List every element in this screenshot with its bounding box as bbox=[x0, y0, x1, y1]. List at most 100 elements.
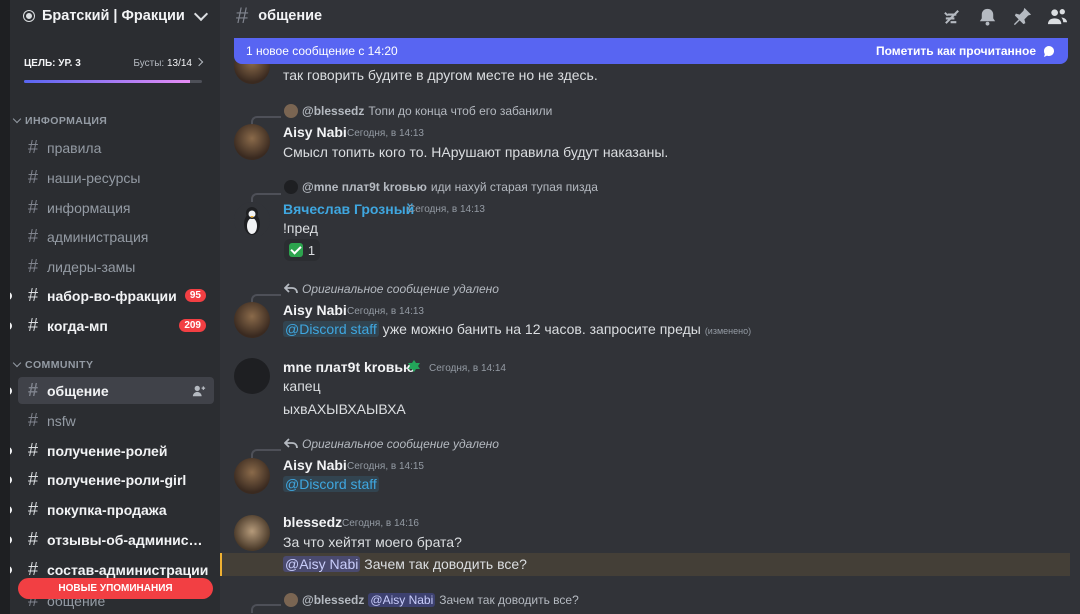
reply-avatar bbox=[284, 180, 298, 194]
message-author[interactable]: Aisy Nabi bbox=[283, 302, 347, 318]
new-messages-text: 1 новое сообщение с 14:20 bbox=[246, 44, 398, 58]
user-avatar[interactable] bbox=[234, 458, 270, 494]
reply-avatar bbox=[284, 104, 298, 118]
chevron-down-icon[interactable] bbox=[193, 6, 209, 21]
role-mention[interactable]: @Discord staff bbox=[283, 476, 379, 492]
hash-icon: # bbox=[27, 559, 38, 579]
hash-icon: # bbox=[27, 380, 38, 400]
mark-read-icon[interactable] bbox=[1042, 44, 1056, 58]
user-avatar[interactable] bbox=[234, 202, 270, 238]
reply-preview[interactable]: Оригинальное сообщение удалено bbox=[284, 282, 499, 296]
server-icon bbox=[24, 11, 34, 21]
reply-preview[interactable]: @blessedz @Aisy Nabi Зачем так доводить … bbox=[284, 593, 579, 607]
message-text: Смысл топить кого то. НАрушают правила б… bbox=[283, 144, 669, 160]
channel-sidebar: Братский | Фракции ЦЕЛЬ: УР. 3 Бусты: 13… bbox=[10, 0, 220, 614]
category-community[interactable]: COMMUNITY bbox=[12, 358, 93, 371]
mark-as-read-button[interactable]: Пометить как прочитанное bbox=[876, 44, 1036, 58]
channel-general[interactable]: # общение bbox=[10, 377, 214, 404]
header-toolbar bbox=[942, 6, 1068, 27]
reply-spine bbox=[251, 193, 281, 202]
message-list: так говорить будите в другом месте но не… bbox=[220, 32, 1080, 614]
boost-count: Бусты: 13/14 bbox=[133, 58, 192, 69]
scrollbar[interactable] bbox=[1072, 32, 1080, 614]
bell-icon[interactable] bbox=[977, 6, 998, 27]
message-timestamp: Сегодня, в 14:13 bbox=[408, 204, 485, 215]
reaction-check[interactable]: 1 bbox=[284, 239, 320, 261]
boost-goal[interactable]: ЦЕЛЬ: УР. 3 Бусты: 13/14 bbox=[24, 44, 204, 90]
category-info[interactable]: ИНФОРМАЦИЯ bbox=[12, 114, 107, 127]
message-author[interactable]: Aisy Nabi bbox=[283, 124, 347, 140]
unread-indicator bbox=[10, 321, 12, 330]
unread-indicator bbox=[10, 565, 12, 574]
channel-admin-reviews[interactable]: # отзывы-об-администра... bbox=[10, 526, 214, 553]
mention-badge: 209 bbox=[179, 319, 206, 332]
message-text: капец bbox=[283, 378, 321, 394]
add-member-icon[interactable] bbox=[192, 384, 206, 398]
user-avatar[interactable] bbox=[234, 358, 270, 394]
unread-indicator bbox=[10, 505, 12, 514]
message-author[interactable]: Вячеслав Грозный bbox=[283, 201, 414, 217]
channel-get-role-girl[interactable]: # получение-роли-girl bbox=[10, 466, 214, 493]
channel-title: общение bbox=[258, 8, 323, 24]
channel-administration[interactable]: # администрация bbox=[18, 223, 214, 250]
new-mentions-button[interactable]: НОВЫЕ УПОМИНАНИЯ bbox=[18, 578, 213, 599]
hash-icon: # bbox=[27, 285, 38, 305]
chevron-down-icon bbox=[12, 114, 22, 124]
server-header[interactable]: Братский | Фракции bbox=[10, 0, 220, 32]
channel-information[interactable]: # информация bbox=[18, 194, 214, 221]
reply-preview[interactable]: Оригинальное сообщение удалено bbox=[284, 437, 499, 451]
message-text: так говорить будите в другом месте но не… bbox=[283, 67, 598, 83]
user-avatar[interactable] bbox=[234, 124, 270, 160]
chevron-down-icon bbox=[12, 358, 22, 368]
pin-icon[interactable] bbox=[1012, 6, 1033, 27]
hash-icon: # bbox=[27, 137, 38, 157]
hash-icon: # bbox=[27, 315, 38, 335]
reply-arrow-icon bbox=[284, 283, 298, 294]
hash-icon: # bbox=[27, 440, 38, 460]
channel-resources[interactable]: # наши-ресурсы bbox=[18, 164, 214, 191]
reply-preview[interactable]: @blessedz Топи до конца чтоб его забанил… bbox=[284, 104, 552, 118]
channel-get-roles[interactable]: # получение-ролей bbox=[10, 437, 214, 464]
message-timestamp: Сегодня, в 14:16 bbox=[342, 518, 419, 529]
checkmark-icon bbox=[288, 243, 303, 257]
message-text: ыхвАХЫВХАЫВХА bbox=[283, 401, 406, 417]
new-messages-bar[interactable]: 1 новое сообщение с 14:20 Пометить как п… bbox=[234, 38, 1068, 64]
hypesquad-badge-icon bbox=[408, 360, 420, 372]
message-timestamp: Сегодня, в 14:15 bbox=[347, 461, 424, 472]
channel-when-mp[interactable]: # когда-мп 209 bbox=[10, 312, 214, 339]
user-avatar[interactable] bbox=[234, 515, 270, 551]
threads-icon[interactable] bbox=[942, 6, 963, 27]
message-author[interactable]: mne плат9t krовью bbox=[283, 359, 415, 375]
unread-indicator bbox=[10, 475, 12, 484]
message-timestamp: Сегодня, в 14:13 bbox=[347, 128, 424, 139]
unread-indicator bbox=[10, 535, 12, 544]
message-author[interactable]: Aisy Nabi bbox=[283, 457, 347, 473]
message-author[interactable]: blessedz bbox=[283, 514, 342, 530]
unread-indicator bbox=[10, 386, 12, 395]
server-name: Братский | Фракции bbox=[42, 8, 185, 24]
user-mention[interactable]: @Aisy Nabi bbox=[283, 556, 361, 572]
reply-preview[interactable]: @mne плат9t krовью иди нахуй старая тупа… bbox=[284, 180, 598, 194]
discord-app: Братский | Фракции ЦЕЛЬ: УР. 3 Бусты: 13… bbox=[0, 0, 1080, 614]
chevron-right-icon bbox=[194, 57, 204, 67]
reply-arrow-icon bbox=[284, 438, 298, 449]
channel-rules[interactable]: # правила bbox=[18, 134, 214, 161]
boost-progress-bar bbox=[24, 80, 202, 83]
hash-icon: # bbox=[27, 226, 38, 246]
channel-recruitment[interactable]: # набор-во-фракции 95 bbox=[10, 282, 214, 309]
members-icon[interactable] bbox=[1047, 6, 1068, 27]
hash-icon: # bbox=[27, 499, 38, 519]
user-avatar[interactable] bbox=[234, 302, 270, 338]
channel-leaders[interactable]: # лидеры-замы bbox=[18, 253, 214, 280]
message-text: За что хейтят моего брата? bbox=[283, 534, 462, 550]
hash-icon: # bbox=[27, 256, 38, 276]
channel-header: # общение bbox=[220, 0, 1080, 32]
channel-nsfw[interactable]: # nsfw bbox=[18, 407, 214, 434]
hash-icon: # bbox=[27, 410, 38, 430]
channel-buy-sell[interactable]: # покупка-продажа bbox=[10, 496, 214, 523]
unread-indicator bbox=[10, 446, 12, 455]
message-timestamp: Сегодня, в 14:13 bbox=[347, 306, 424, 317]
unread-indicator bbox=[10, 291, 12, 300]
role-mention[interactable]: @Discord staff bbox=[283, 321, 379, 337]
boost-progress-fill bbox=[24, 80, 190, 83]
